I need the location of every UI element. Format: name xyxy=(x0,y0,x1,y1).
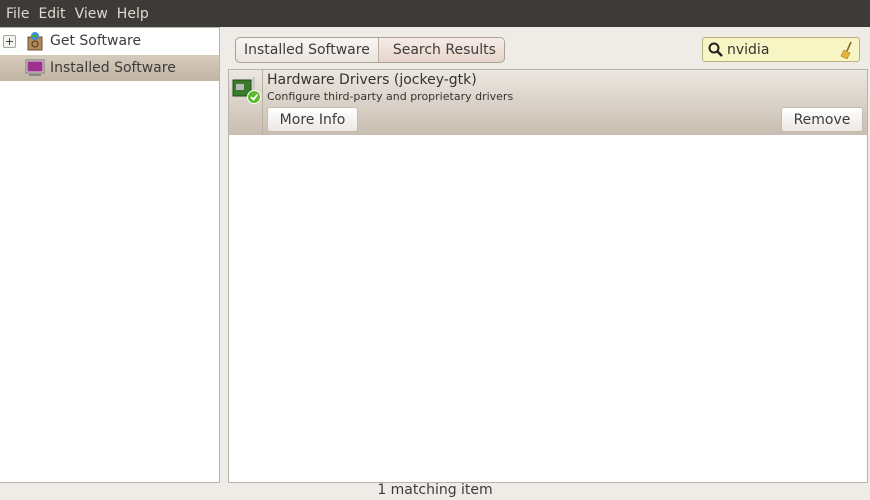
more-info-button[interactable]: More Info xyxy=(267,107,358,132)
sidebar-item-get-software[interactable]: + Get Software xyxy=(0,28,219,54)
breadcrumb: Installed Software Search Results xyxy=(235,37,505,63)
result-subtitle: Configure third-party and proprietary dr… xyxy=(267,90,514,103)
clear-broom-icon[interactable] xyxy=(839,41,855,59)
menu-edit[interactable]: Edit xyxy=(34,6,69,22)
menu-help[interactable]: Help xyxy=(113,6,153,22)
menu-file[interactable]: File xyxy=(2,6,33,22)
sidebar-item-label: Installed Software xyxy=(50,60,176,76)
list-item[interactable]: Hardware Drivers (jockey-gtk) Configure … xyxy=(229,70,867,135)
hardware-drivers-icon xyxy=(232,77,261,104)
ubuntu-box-icon xyxy=(27,32,43,51)
sidebar-item-installed-software[interactable]: Installed Software xyxy=(0,55,219,81)
breadcrumb-installed-software[interactable]: Installed Software xyxy=(236,38,378,62)
result-title: Hardware Drivers (jockey-gtk) xyxy=(267,72,477,88)
breadcrumb-search-results[interactable]: Search Results xyxy=(377,38,504,62)
expand-icon[interactable]: + xyxy=(3,34,16,48)
row-divider xyxy=(262,70,263,135)
main-pane: Installed Software Search Results Hardwa… xyxy=(228,27,868,483)
search-box[interactable] xyxy=(702,37,860,62)
sidebar-item-label: Get Software xyxy=(50,33,142,49)
results-list: Hardware Drivers (jockey-gtk) Configure … xyxy=(228,69,868,483)
remove-button[interactable]: Remove xyxy=(781,107,863,132)
menu-view[interactable]: View xyxy=(71,6,112,22)
monitor-icon xyxy=(25,59,45,76)
menubar: File Edit View Help xyxy=(0,0,870,27)
search-input[interactable] xyxy=(727,41,837,58)
sidebar: + Get Software Installed Software xyxy=(0,27,220,483)
search-icon xyxy=(708,42,723,57)
status-text: 1 matching item xyxy=(377,482,493,498)
